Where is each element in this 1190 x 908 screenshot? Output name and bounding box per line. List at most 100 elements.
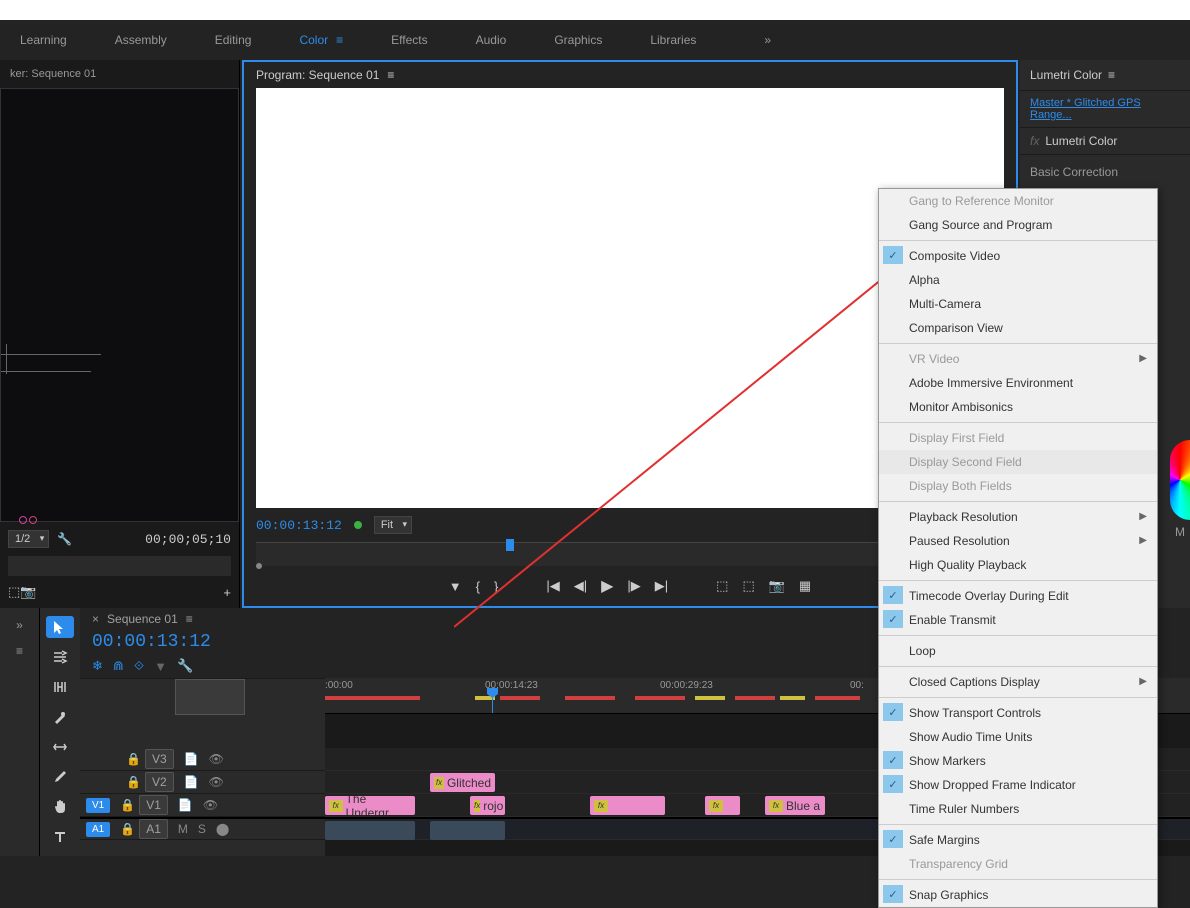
menu-transmit[interactable]: ✓Enable Transmit bbox=[879, 608, 1157, 632]
lift-icon[interactable]: ⬚ bbox=[716, 578, 728, 594]
program-playhead[interactable] bbox=[506, 539, 514, 551]
audio-clip2[interactable] bbox=[430, 821, 505, 840]
lock-icon[interactable]: 🔒 bbox=[126, 775, 141, 789]
lock-icon[interactable]: 🔒 bbox=[120, 798, 135, 812]
clip-glitched[interactable]: fxGlitched bbox=[430, 773, 495, 792]
tab-editing[interactable]: Editing bbox=[215, 21, 252, 59]
sequence-tab[interactable]: Sequence 01 bbox=[107, 612, 178, 626]
clip-generic1[interactable]: fx bbox=[590, 796, 665, 815]
menu-hq-playback[interactable]: High Quality Playback bbox=[879, 553, 1157, 577]
menu-transport[interactable]: ✓Show Transport Controls bbox=[879, 701, 1157, 725]
menu-multi-camera[interactable]: Multi-Camera bbox=[879, 292, 1157, 316]
hand-tool[interactable] bbox=[46, 796, 74, 818]
color-wheel[interactable] bbox=[1170, 440, 1190, 520]
menu-ruler-nums[interactable]: Time Ruler Numbers bbox=[879, 797, 1157, 821]
settings-icon[interactable]: 🔧 bbox=[57, 532, 72, 546]
menu-ambisonics[interactable]: Monitor Ambisonics bbox=[879, 395, 1157, 419]
track-a1-header[interactable]: A1 🔒 A1 MS⬤ bbox=[80, 817, 325, 840]
tab-graphics[interactable]: Graphics bbox=[554, 21, 602, 59]
menu-playback-res[interactable]: Playback Resolution▶ bbox=[879, 505, 1157, 529]
pen-tool[interactable] bbox=[46, 766, 74, 788]
eye-icon[interactable]: 👁 bbox=[203, 798, 218, 812]
menu-loop[interactable]: Loop bbox=[879, 639, 1157, 663]
panel-menu-icon[interactable]: ≡ bbox=[1108, 68, 1115, 82]
tab-libraries[interactable]: Libraries bbox=[650, 21, 696, 59]
menu-audio-time[interactable]: Show Audio Time Units bbox=[879, 725, 1157, 749]
tab-menu-icon[interactable]: ≡ bbox=[186, 612, 193, 626]
marker-icon[interactable]: ▼ bbox=[449, 579, 462, 594]
tab-learning[interactable]: Learning bbox=[20, 21, 67, 59]
tab-audio[interactable]: Audio bbox=[476, 21, 507, 59]
menu-immersive[interactable]: Adobe Immersive Environment bbox=[879, 371, 1157, 395]
add-icon[interactable]: + bbox=[223, 585, 231, 600]
ripple-edit-tool[interactable] bbox=[46, 676, 74, 698]
playhead[interactable] bbox=[492, 688, 493, 713]
eye-icon[interactable]: 👁 bbox=[209, 775, 224, 789]
track-v1-header[interactable]: V1 🔒 V1 📄👁 bbox=[80, 794, 325, 817]
export-frame-icon[interactable]: 📷 bbox=[769, 578, 785, 594]
tab-color[interactable]: Color≡ bbox=[299, 21, 343, 59]
more-workspaces-icon[interactable]: » bbox=[764, 33, 771, 47]
tab-effects[interactable]: Effects bbox=[391, 21, 427, 59]
insert-icon[interactable]: ⬚ bbox=[8, 584, 20, 600]
toggle-output-icon[interactable]: 📄 bbox=[178, 798, 193, 812]
track-select-tool[interactable] bbox=[46, 646, 74, 668]
fit-dropdown[interactable]: Fit bbox=[374, 516, 412, 534]
program-timecode[interactable]: 00:00:13:12 bbox=[256, 518, 342, 533]
go-to-out-icon[interactable]: ▶| bbox=[655, 578, 668, 594]
timeline-settings-icon[interactable]: 🔧 bbox=[177, 658, 193, 674]
comparison-icon[interactable]: ▦ bbox=[799, 578, 811, 594]
marker-add-icon[interactable]: ▼ bbox=[154, 659, 167, 674]
tab-assembly[interactable]: Assembly bbox=[115, 21, 167, 59]
menu-markers[interactable]: ✓Show Markers bbox=[879, 749, 1157, 773]
clip-undergr[interactable]: fxThe Undergr bbox=[325, 796, 415, 815]
extract-icon[interactable]: ⬚ bbox=[742, 578, 754, 594]
basic-correction-section[interactable]: Basic Correction bbox=[1020, 155, 1190, 189]
expand-icon[interactable]: » bbox=[16, 618, 23, 632]
go-to-in-icon[interactable]: |◀ bbox=[546, 578, 559, 594]
camera-icon[interactable]: 📷 bbox=[20, 584, 36, 600]
mute-icon[interactable]: M bbox=[178, 822, 188, 836]
menu-snap-graphics[interactable]: ✓Snap Graphics bbox=[879, 883, 1157, 907]
clip-generic2[interactable]: fx bbox=[705, 796, 740, 815]
toggle-output-icon[interactable]: 📄 bbox=[184, 752, 199, 766]
source-viewer[interactable] bbox=[0, 88, 239, 522]
selection-tool[interactable] bbox=[46, 616, 74, 638]
lock-icon[interactable]: 🔒 bbox=[126, 752, 141, 766]
slip-tool[interactable] bbox=[46, 736, 74, 758]
toggle-output-icon[interactable]: 📄 bbox=[184, 775, 199, 789]
eye-icon[interactable]: 👁 bbox=[209, 752, 224, 766]
snap-icon[interactable]: ❄ bbox=[92, 658, 103, 674]
in-point-icon[interactable]: { bbox=[476, 579, 480, 594]
track-v2-header[interactable]: 🔒 V2 📄👁 bbox=[80, 771, 325, 794]
source-ruler[interactable] bbox=[8, 556, 231, 576]
razor-tool[interactable] bbox=[46, 706, 74, 728]
menu-alpha[interactable]: Alpha bbox=[879, 268, 1157, 292]
out-point-icon[interactable]: } bbox=[494, 579, 498, 594]
step-back-icon[interactable]: ◀| bbox=[574, 578, 587, 594]
clip-rojo[interactable]: fxrojo bbox=[470, 796, 505, 815]
menu-gang-source[interactable]: Gang Source and Program bbox=[879, 213, 1157, 237]
linked-selection-icon[interactable]: ⟐ bbox=[134, 658, 144, 674]
step-forward-icon[interactable]: |▶ bbox=[627, 578, 640, 594]
source-zoom-dropdown[interactable]: 1/2 bbox=[8, 530, 49, 548]
magnet-icon[interactable]: ⋒ bbox=[113, 658, 124, 674]
menu-safe-margins[interactable]: ✓Safe Margins bbox=[879, 828, 1157, 852]
menu-comparison-view[interactable]: Comparison View bbox=[879, 316, 1157, 340]
solo-icon[interactable]: S bbox=[198, 822, 206, 836]
menu-cc-display[interactable]: Closed Captions Display▶ bbox=[879, 670, 1157, 694]
menu-tc-overlay[interactable]: ✓Timecode Overlay During Edit bbox=[879, 584, 1157, 608]
master-clip-link[interactable]: Master * Glitched GPS Range... bbox=[1020, 91, 1190, 128]
menu-paused-res[interactable]: Paused Resolution▶ bbox=[879, 529, 1157, 553]
lock-icon[interactable]: 🔒 bbox=[120, 822, 135, 836]
list-icon[interactable]: ≡ bbox=[16, 644, 23, 658]
record-icon[interactable]: ⬤ bbox=[216, 822, 229, 836]
clip-blue[interactable]: fxBlue a bbox=[765, 796, 825, 815]
track-v3-header[interactable]: 🔒 V3 📄👁 bbox=[80, 748, 325, 771]
audio-clip1[interactable] bbox=[325, 821, 415, 840]
menu-dropped[interactable]: ✓Show Dropped Frame Indicator bbox=[879, 773, 1157, 797]
menu-composite-video[interactable]: ✓Composite Video bbox=[879, 244, 1157, 268]
type-tool[interactable] bbox=[46, 826, 74, 848]
play-icon[interactable]: ▶ bbox=[601, 576, 613, 596]
panel-menu-icon[interactable]: ≡ bbox=[387, 68, 394, 82]
